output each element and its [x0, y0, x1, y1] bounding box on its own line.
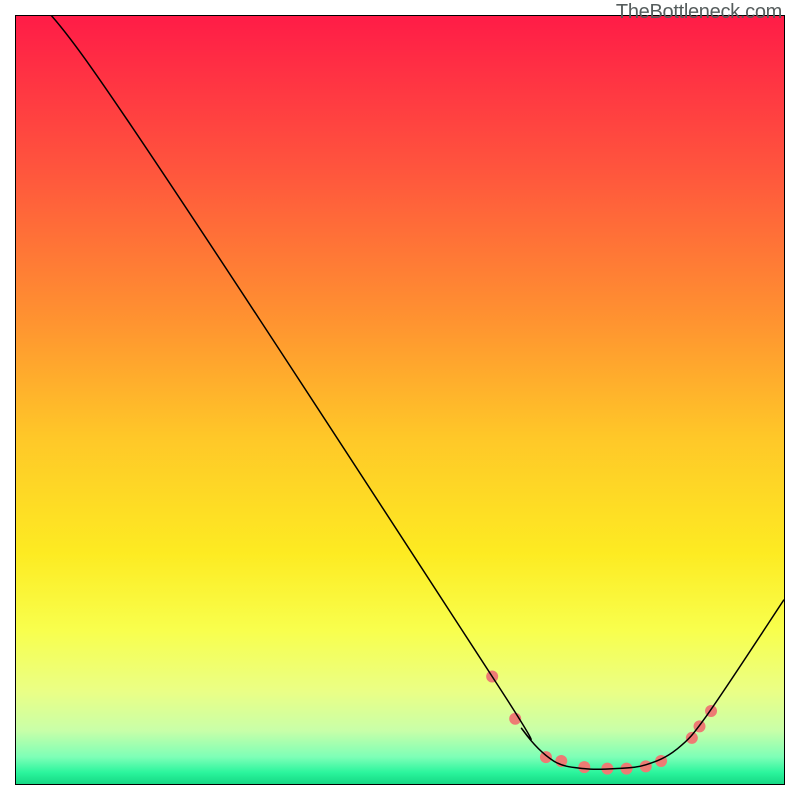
plot-frame: [15, 15, 785, 785]
chart-svg: [16, 16, 784, 784]
watermark-text: TheBottleneck.com: [616, 1, 782, 24]
marker-dot: [578, 761, 590, 773]
marker-dot: [686, 732, 698, 744]
marker-dot: [540, 751, 552, 763]
background-gradient-rect: [16, 16, 784, 784]
